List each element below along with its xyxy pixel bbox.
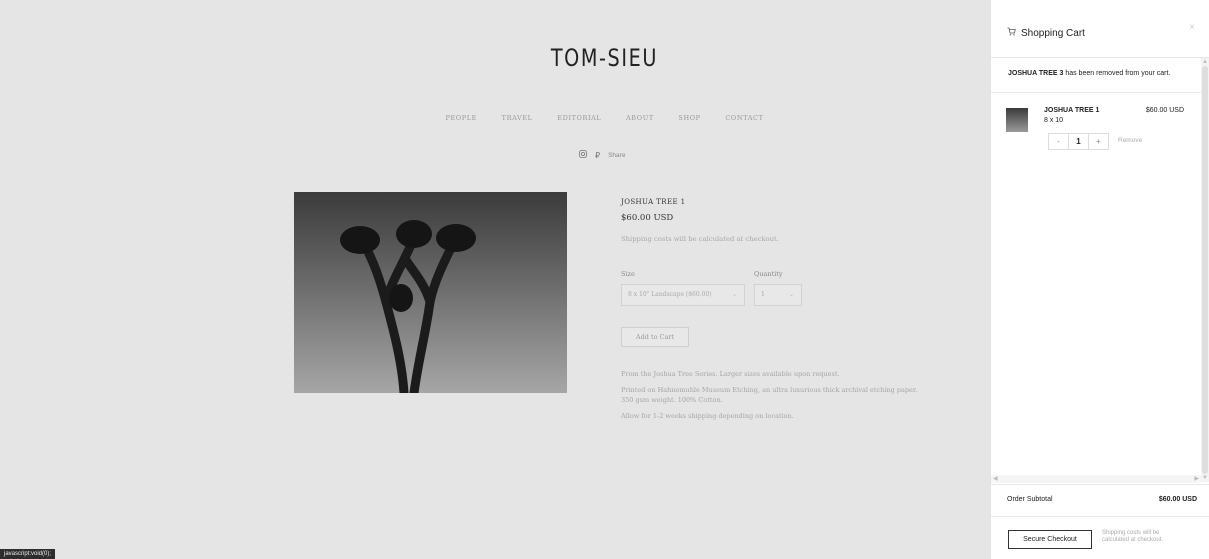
remove-item-link[interactable]: Remove [1118,137,1142,144]
scrollbar-thumb[interactable] [1202,66,1208,474]
site-logo[interactable]: TOM-SIEU [121,44,1088,72]
removed-notice: JOSHUA TREE 3 has been removed from your… [1008,70,1170,77]
scroll-down-icon[interactable]: ▼ [1201,474,1209,482]
shipping-note: Shipping costs will be calculated at che… [621,235,779,243]
cart-item-name[interactable]: JOSHUA TREE 1 [1044,107,1099,114]
social-links: ₽ Share [579,150,625,160]
cart-scrollbar[interactable]: ▲ ▼ [1201,58,1209,482]
scroll-up-icon[interactable]: ▲ [1201,58,1209,66]
divider [991,92,1201,93]
description-line: Allow for 1-2 weeks shipping depending o… [621,412,794,420]
close-icon[interactable]: × [1189,22,1195,33]
description-line: Printed on Hahnemuhle Museum Etching, an… [621,386,918,404]
product-description: From the Joshua Tree Series. Larger size… [621,369,921,427]
quantity-label: Quantity [754,270,783,278]
quantity-select-value: 1 [761,291,765,298]
subtotal-label: Order Subtotal [1007,496,1053,503]
pinterest-icon[interactable]: ₽ [595,151,600,160]
chevron-down-icon: ⌄ [731,291,737,298]
status-bar: javascript:void(0); [0,549,56,559]
nav-editorial[interactable]: EDITORIAL [557,114,601,122]
product-info: JOSHUA TREE 1 $60.00 USD Shipping costs … [621,198,921,243]
product-price: $60.00 USD [621,213,674,223]
cart-item-size: 8 x 10 [1044,117,1064,124]
cart-title: Shopping Cart [1021,27,1085,39]
instagram-icon[interactable] [579,150,587,160]
divider [991,57,1209,58]
divider [991,484,1209,485]
size-select-value: 8 x 10" Landscape ($60.00) [628,291,712,298]
cart-item-price: $60.00 USD [1145,107,1184,114]
nav-travel[interactable]: TRAVEL [502,114,533,122]
cart-horizontal-scrollbar[interactable]: ◀ ▶ [991,475,1201,483]
product-image[interactable] [294,192,567,393]
size-label: Size [621,270,635,278]
cart-icon [1007,27,1016,39]
product-title: JOSHUA TREE 1 [621,198,686,206]
quantity-input[interactable]: 1 [1068,134,1089,149]
cart-header: Shopping Cart [1007,27,1085,39]
removed-notice-text: has been removed from your cart. [1063,70,1171,77]
cart-item-thumbnail [1006,108,1028,132]
scroll-left-icon[interactable]: ◀ [993,475,998,483]
quantity-stepper: - 1 + [1048,133,1109,150]
add-to-cart-button[interactable]: Add to Cart [621,327,689,347]
nav-about[interactable]: ABOUT [626,114,654,122]
size-select[interactable]: 8 x 10" Landscape ($60.00) ⌄ [621,284,745,306]
scroll-right-icon[interactable]: ▶ [1194,475,1199,483]
increment-button[interactable]: + [1089,134,1108,149]
divider [991,516,1209,517]
nav-people[interactable]: PEOPLE [445,114,476,122]
secure-checkout-button[interactable]: Secure Checkout [1008,530,1092,549]
subtotal-value: $60.00 USD [1158,496,1197,503]
nav-contact[interactable]: CONTACT [725,114,763,122]
main-page: TOM-SIEU PEOPLE TRAVEL EDITORIAL ABOUT S… [0,0,990,559]
quantity-select[interactable]: 1 ⌄ [754,284,802,306]
shopping-cart-panel: Shopping Cart × JOSHUA TREE 3 has been r… [990,0,1209,559]
share-link[interactable]: Share [608,152,625,159]
removed-item-name: JOSHUA TREE 3 [1008,70,1064,77]
description-line: From the Joshua Tree Series. Larger size… [621,370,840,378]
decrement-button[interactable]: - [1049,134,1068,149]
nav-shop[interactable]: SHOP [678,114,700,122]
chevron-down-icon: ⌄ [788,291,794,298]
checkout-shipping-note: Shipping costs will be calculated at che… [1102,530,1164,543]
